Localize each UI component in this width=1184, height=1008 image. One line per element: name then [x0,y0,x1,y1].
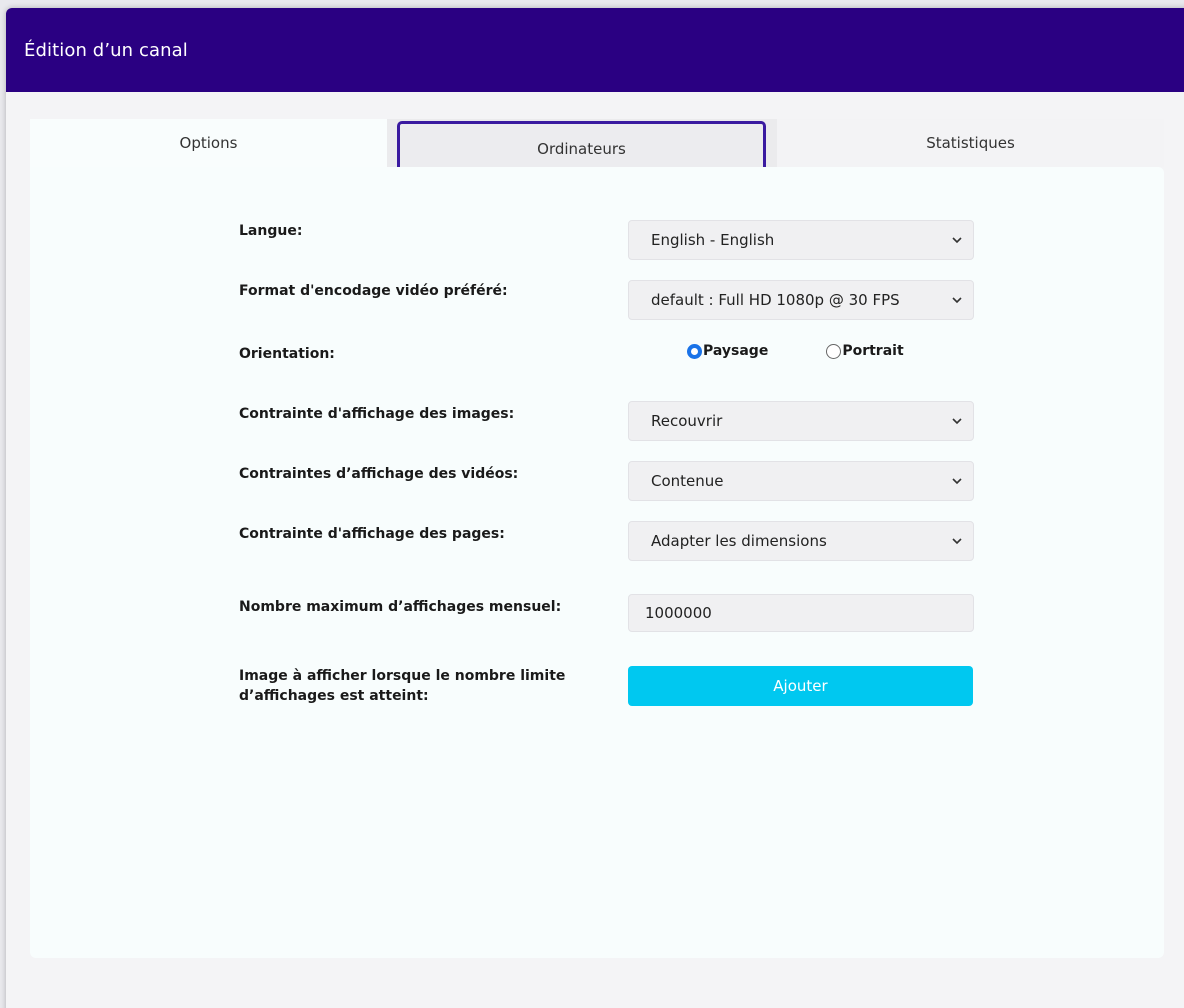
radio-portrait[interactable]: Portrait [826,343,904,359]
page-constraint-value: Adapter les dimensions [651,532,827,550]
tab-ordinateurs[interactable]: Ordinateurs [387,119,777,177]
chevron-down-icon [952,478,962,485]
max-views-value: 1000000 [645,604,712,622]
chevron-down-icon [952,297,962,304]
tab-options-label: Options [179,134,238,152]
chevron-down-icon [952,418,962,425]
tab-options[interactable]: Options [30,119,387,167]
page-title: Édition d’un canal [24,39,188,61]
video-constraint-select[interactable]: Contenue [628,461,974,501]
video-constraint-label: Contraintes d’affichage des vidéos: [239,466,519,482]
page-constraint-select[interactable]: Adapter les dimensions [628,521,974,561]
language-select-value: English - English [651,231,775,249]
language-select[interactable]: English - English [628,220,974,260]
page-constraint-label: Contrainte d'affichage des pages: [239,526,505,542]
tab-statistiques[interactable]: Statistiques [777,119,1164,167]
tab-statistiques-label: Statistiques [926,134,1015,152]
max-views-input[interactable]: 1000000 [628,594,974,632]
tab-bar: Options Ordinateurs Statistiques [30,119,1164,177]
chevron-down-icon [952,237,962,244]
header-bar: Édition d’un canal [6,8,1184,92]
orientation-radio-group: Paysage Portrait [687,343,904,359]
radio-paysage[interactable]: Paysage [687,343,768,359]
radio-portrait-button[interactable] [826,343,842,359]
limit-image-label-line1: Image à afficher lorsque le nombre limit… [239,668,566,684]
encoding-label: Format d'encodage vidéo préféré: [239,283,508,299]
encoding-select-value: default : Full HD 1080p @ 30 FPS [651,291,900,309]
radio-paysage-button[interactable] [687,343,702,359]
add-image-button[interactable]: Ajouter [628,666,973,706]
encoding-select[interactable]: default : Full HD 1080p @ 30 FPS [628,280,974,320]
radio-portrait-label: Portrait [842,343,904,359]
image-constraint-select[interactable]: Recouvrir [628,401,974,441]
chevron-down-icon [952,538,962,545]
edit-channel-window: Édition d’un canal Options Ordinateurs S… [6,8,1184,1008]
video-constraint-value: Contenue [651,472,724,490]
orientation-label: Orientation: [239,346,335,362]
tab-ordinateurs-label: Ordinateurs [537,140,626,158]
language-label: Langue: [239,223,303,239]
limit-image-label: Image à afficher lorsque le nombre limit… [239,666,565,706]
image-constraint-label: Contrainte d'affichage des images: [239,406,515,422]
max-views-label: Nombre maximum d’affichages mensuel: [239,599,562,615]
image-constraint-value: Recouvrir [651,412,723,430]
limit-image-label-line2: d’affichages est atteint: [239,688,429,704]
radio-paysage-label: Paysage [703,343,769,359]
options-panel: Langue: English - English Format d'encod… [30,167,1164,958]
